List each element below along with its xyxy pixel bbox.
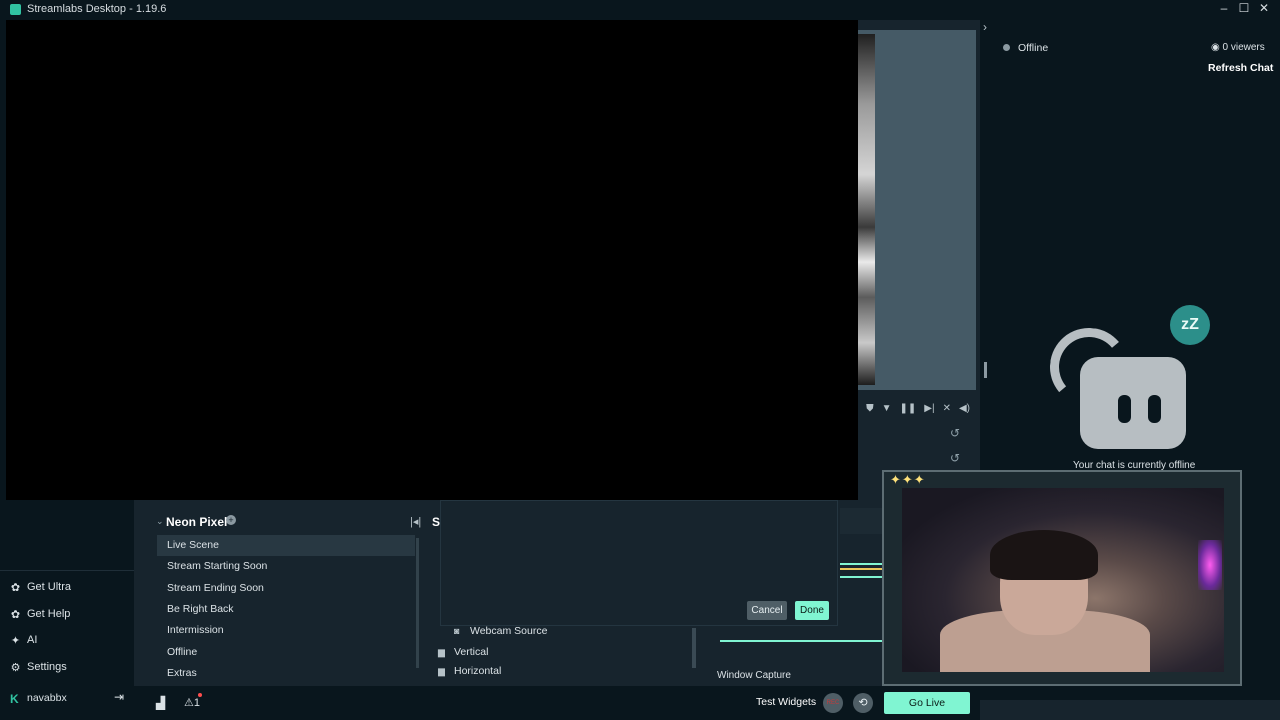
filter-icon[interactable]: ▼ [882,403,892,414]
source-label: Vertical [454,646,489,658]
star-decoration-icon: ✦✦✦ [890,472,926,487]
scenes-scrollbar[interactable] [416,538,419,668]
chevron-right-icon[interactable]: › [983,20,987,34]
scene-item[interactable]: Stream Starting Soon [157,556,415,577]
viewer-count: ◉ 0 viewers [1211,42,1265,53]
robot-eye [1148,395,1161,423]
reset-icon[interactable]: ↺ [950,426,960,440]
record-button[interactable]: REC [823,693,843,713]
mixer-source-label: Window Capture [717,670,791,680]
nav-item-get-ultra[interactable]: ✿ Get Ultra [10,578,71,596]
preview-secondary [858,30,976,390]
collapse-panel-icon[interactable]: |◂| [410,515,421,528]
stats-icon[interactable]: ▟ [156,696,165,710]
help-icon: ✿ [10,608,21,621]
cancel-button[interactable]: Cancel [747,601,787,620]
eye-icon: ◉ [1211,42,1223,53]
mixer-header [840,508,885,534]
sleeping-robot-icon [1080,357,1186,449]
chevron-down-icon[interactable]: ⌄ [156,516,164,527]
volume-icon[interactable]: ◀) [959,403,970,414]
stream-status: Offline [1018,42,1049,54]
stream-preview[interactable] [6,20,858,500]
camera-icon: ◙ [454,626,460,636]
nav-label: Settings [27,661,67,673]
folder-icon: ▆ [438,646,445,657]
nav-item-settings[interactable]: ⚙ Settings [10,658,67,676]
webcam-hair [990,530,1098,580]
preview-source-image [858,34,875,385]
nav-label: AI [27,634,38,646]
ultra-icon: ✿ [10,581,21,594]
notification-dot [198,693,202,697]
alert-count: 1 [193,697,200,709]
scene-item[interactable]: Be Right Back [157,599,415,620]
streamlabs-logo-icon [10,4,21,15]
viewer-count-label: 0 viewers [1222,42,1265,53]
nav-label: Get Ultra [27,581,72,593]
scene-collection-title[interactable]: Neon Pixel [166,515,227,529]
folder-icon: ▆ [438,665,445,676]
close-button[interactable]: ✕ [1254,1,1274,15]
alert-icon[interactable]: ⚠1 [184,696,200,709]
source-folder[interactable]: ▆ Horizontal [438,664,501,678]
scene-item[interactable]: Live Scene [157,535,415,556]
source-label: Webcam Source [470,625,548,637]
sleep-badge: zZ [1170,305,1210,345]
replay-buffer-icon[interactable]: ⟲ [853,693,873,713]
add-scene-icon[interactable]: + [226,515,236,525]
mic-off-icon[interactable]: ✕ [943,403,951,414]
preview-toolbar: ⛊ ▼ ❚❚ ▶| ✕ ◀) [858,398,976,418]
window-title: Streamlabs Desktop - 1.19.6 [27,3,167,15]
pause-icon[interactable]: ❚❚ [900,403,917,414]
scene-item[interactable]: Offline [157,642,415,663]
nav-item-get-help[interactable]: ✿ Get Help [10,605,71,623]
volume-slider[interactable] [720,640,882,642]
logout-icon[interactable]: ⇥ [114,690,124,704]
scene-item[interactable]: Extras [157,663,415,678]
test-widgets-button[interactable]: Test Widgets [756,696,816,708]
reset-icon[interactable]: ↺ [950,451,960,465]
ai-icon: ✦ [10,634,21,647]
sidebar-divider [0,570,134,571]
nav-label: Get Help [27,608,71,620]
username[interactable]: navabbx [27,692,67,704]
scene-item[interactable]: Stream Ending Soon [157,578,415,599]
shield-icon[interactable]: ⛊ [866,403,874,414]
audio-meter [840,563,888,565]
scene-item[interactable]: Intermission [157,620,415,641]
webcam-light [1198,540,1222,590]
go-live-button[interactable]: Go Live [884,692,970,714]
status-dot [1003,44,1010,51]
maximize-button[interactable]: ☐ [1234,1,1254,15]
gear-icon: ⚙ [10,661,21,674]
minimize-button[interactable]: – [1214,1,1234,15]
source-label: Horizontal [454,665,502,677]
skip-icon[interactable]: ▶| [924,403,934,414]
title-bar [0,0,1280,20]
refresh-chat-button[interactable]: Refresh Chat [1208,62,1273,74]
robot-eye [1118,395,1131,423]
nav-item-ai[interactable]: ✦ AI [10,631,38,649]
done-button[interactable]: Done [795,601,829,620]
source-folder[interactable]: ▆ Vertical [438,643,488,661]
user-platform-icon: K [10,692,19,706]
sources-scrollbar[interactable] [692,628,696,668]
resize-handle[interactable] [984,362,987,378]
